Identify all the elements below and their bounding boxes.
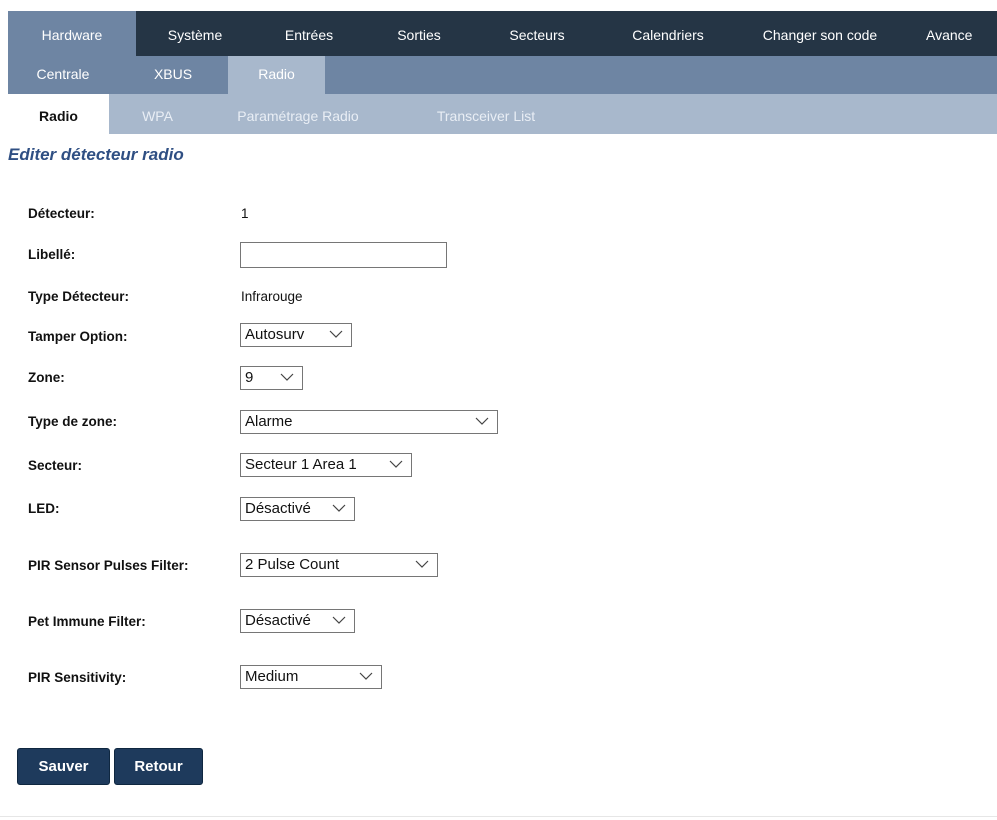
pir-sensitivity-select[interactable]: Medium bbox=[240, 665, 382, 689]
chevron-down-icon bbox=[332, 504, 346, 512]
chevron-down-icon bbox=[280, 373, 294, 381]
tab-radio[interactable]: Radio bbox=[228, 56, 325, 94]
led-select-value: Désactivé bbox=[245, 500, 311, 517]
tab-calendriers[interactable]: Calendriers bbox=[607, 11, 729, 56]
label-pet-immune: Pet Immune Filter: bbox=[28, 614, 146, 629]
pet-immune-select[interactable]: Désactivé bbox=[240, 609, 355, 633]
label-led: LED: bbox=[28, 501, 60, 516]
label-tamper: Tamper Option: bbox=[28, 329, 128, 344]
zone-select-value: 9 bbox=[245, 369, 254, 386]
tab-changer-code[interactable]: Changer son code bbox=[745, 11, 895, 56]
tamper-select-value: Autosurv bbox=[245, 326, 305, 343]
tamper-select[interactable]: Autosurv bbox=[240, 323, 352, 347]
secondary-nav: Centrale XBUS Radio bbox=[8, 56, 997, 94]
subtab-parametrage-radio[interactable]: Paramétrage Radio bbox=[223, 94, 373, 134]
back-button[interactable]: Retour bbox=[114, 748, 203, 785]
tab-avance[interactable]: Avance bbox=[926, 11, 997, 56]
tertiary-nav: Radio WPA Paramétrage Radio Transceiver … bbox=[8, 94, 997, 134]
type-zone-select[interactable]: Alarme bbox=[240, 410, 498, 434]
chevron-down-icon bbox=[415, 560, 429, 568]
label-zone: Zone: bbox=[28, 370, 65, 385]
chevron-down-icon bbox=[329, 330, 343, 338]
subtab-wpa[interactable]: WPA bbox=[116, 94, 199, 134]
label-pir-sensitivity: PIR Sensitivity: bbox=[28, 670, 127, 685]
page-title: Editer détecteur radio bbox=[8, 145, 184, 164]
tab-secteurs[interactable]: Secteurs bbox=[482, 11, 592, 56]
label-detecteur: Détecteur: bbox=[28, 206, 95, 221]
tab-xbus[interactable]: XBUS bbox=[118, 56, 228, 94]
pir-pulses-select[interactable]: 2 Pulse Count bbox=[240, 553, 438, 577]
primary-nav: Hardware Système Entrées Sorties Secteur… bbox=[8, 11, 997, 56]
tab-hardware[interactable]: Hardware bbox=[8, 11, 136, 56]
chevron-down-icon bbox=[475, 417, 489, 425]
zone-select[interactable]: 9 bbox=[240, 366, 303, 390]
label-secteur: Secteur: bbox=[28, 458, 83, 473]
libelle-input[interactable] bbox=[240, 242, 447, 268]
secteur-select[interactable]: Secteur 1 Area 1 bbox=[240, 453, 412, 477]
label-type-zone: Type de zone: bbox=[28, 414, 118, 429]
tab-sorties[interactable]: Sorties bbox=[374, 11, 464, 56]
save-button[interactable]: Sauver bbox=[17, 748, 110, 785]
subtab-transceiver-list[interactable]: Transceiver List bbox=[416, 94, 556, 134]
value-detecteur: 1 bbox=[241, 206, 249, 221]
value-type-detecteur: Infrarouge bbox=[241, 289, 303, 304]
chevron-down-icon bbox=[332, 616, 346, 624]
label-pir-pulses: PIR Sensor Pulses Filter: bbox=[28, 558, 189, 573]
type-zone-select-value: Alarme bbox=[245, 413, 293, 430]
chevron-down-icon bbox=[359, 672, 373, 680]
tab-centrale[interactable]: Centrale bbox=[8, 56, 118, 94]
secteur-select-value: Secteur 1 Area 1 bbox=[245, 456, 357, 473]
led-select[interactable]: Désactivé bbox=[240, 497, 355, 521]
pir-sensitivity-select-value: Medium bbox=[245, 668, 299, 685]
subtab-radio[interactable]: Radio bbox=[8, 94, 109, 134]
divider bbox=[0, 816, 997, 817]
pir-pulses-select-value: 2 Pulse Count bbox=[245, 556, 340, 573]
label-libelle: Libellé: bbox=[28, 247, 76, 262]
label-type-detecteur: Type Détecteur: bbox=[28, 289, 130, 304]
pet-immune-select-value: Désactivé bbox=[245, 612, 311, 629]
tab-systeme[interactable]: Système bbox=[140, 11, 250, 56]
tab-entrees[interactable]: Entrées bbox=[254, 11, 364, 56]
chevron-down-icon bbox=[389, 460, 403, 468]
